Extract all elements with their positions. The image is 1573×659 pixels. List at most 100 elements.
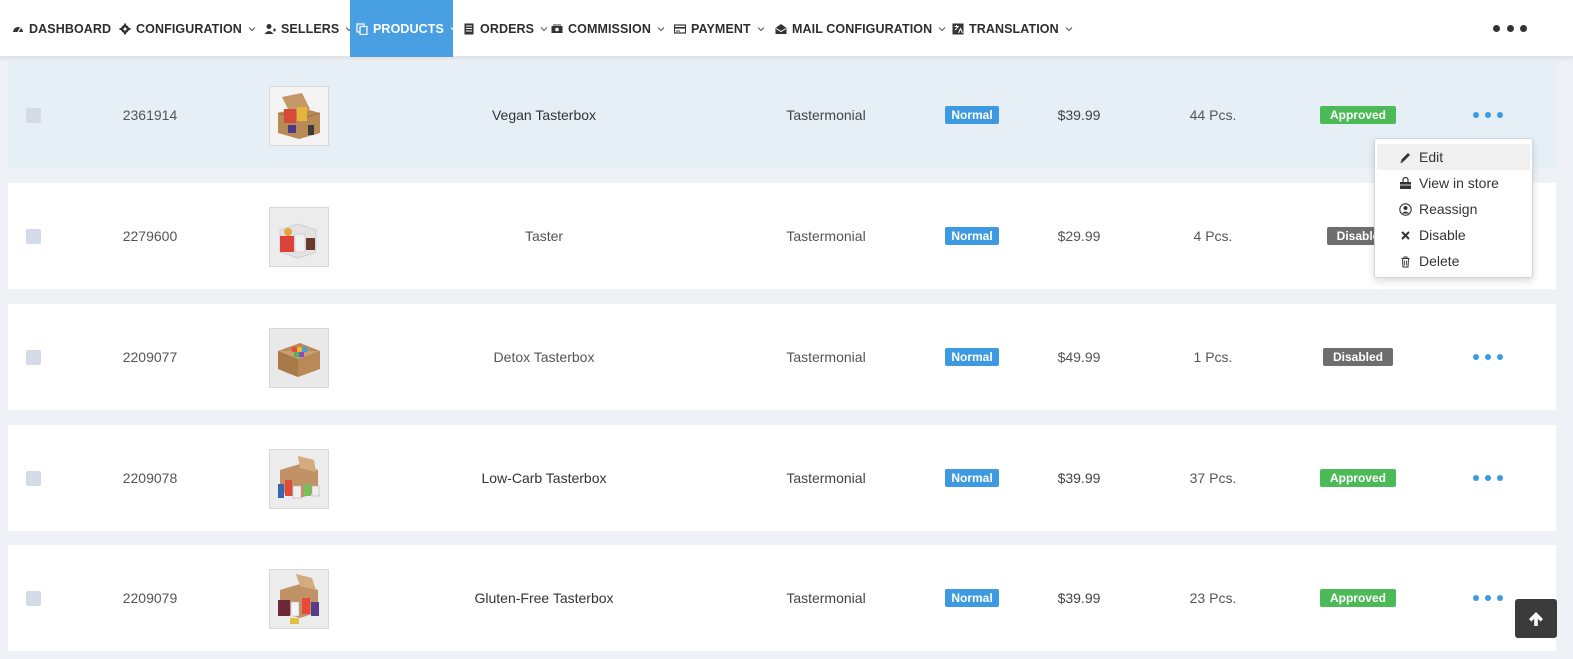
seller-name: Tastermonial: [786, 349, 866, 365]
nav-mail-configuration[interactable]: MAIL CONFIGURATION: [775, 0, 946, 57]
action-dot: [1485, 112, 1491, 118]
product-name: Low-Carb Tasterbox: [481, 470, 607, 486]
type-badge: Normal: [945, 227, 999, 245]
action-dot: [1497, 112, 1503, 118]
close-icon: [1399, 229, 1412, 242]
store-icon: [1399, 176, 1412, 190]
envelope-icon: [775, 23, 787, 35]
type-badge: Normal: [945, 348, 999, 366]
user-circle-icon: [1399, 202, 1412, 216]
product-quantity: 4 Pcs.: [1193, 228, 1233, 244]
nav-more-button[interactable]: [1493, 19, 1527, 37]
row-actions-button[interactable]: [1473, 471, 1503, 485]
menu-item-delete[interactable]: Delete: [1377, 248, 1530, 274]
action-dot: [1473, 354, 1479, 360]
action-dot: [1485, 595, 1491, 601]
type-badge: Normal: [945, 106, 999, 124]
nav-translation[interactable]: TRANSLATION: [952, 0, 1073, 57]
menu-item-reassign[interactable]: Reassign: [1377, 196, 1530, 222]
nav-orders-label: ORDERS: [480, 21, 535, 36]
row-actions-menu: Edit View in store Reassign Disable Dele…: [1374, 138, 1533, 278]
action-dot: [1497, 595, 1503, 601]
product-quantity: 37 Pcs.: [1189, 470, 1237, 486]
status-badge: Approved: [1319, 106, 1396, 124]
nav-products-label: PRODUCTS: [373, 21, 444, 36]
type-badge: Normal: [945, 469, 999, 487]
status-badge: Disabled: [1322, 348, 1393, 366]
product-id: 2209077: [122, 349, 178, 365]
action-dot: [1485, 354, 1491, 360]
nav-translation-label: TRANSLATION: [969, 21, 1059, 36]
menu-item-edit[interactable]: Edit: [1377, 144, 1530, 170]
chevron-down-icon: [938, 25, 946, 33]
seller-name: Tastermonial: [786, 470, 866, 486]
chevron-down-icon: [657, 25, 665, 33]
product-name: Vegan Tasterbox: [491, 107, 597, 123]
trash-icon: [1399, 255, 1412, 268]
menu-item-label: Delete: [1419, 253, 1460, 269]
product-id: 2209079: [122, 590, 178, 606]
row-actions-button[interactable]: [1473, 108, 1503, 122]
menu-item-disable[interactable]: Disable: [1377, 222, 1530, 248]
product-status: Disabled: [1298, 304, 1418, 410]
product-image: [269, 569, 329, 629]
nav-orders[interactable]: ORDERS: [463, 0, 548, 57]
row-checkbox[interactable]: [26, 471, 41, 486]
product-type: Normal: [932, 62, 1012, 168]
table-row: 2209077 Detox Tasterbox Tastermonial Nor…: [8, 304, 1556, 410]
nav-commission[interactable]: COMMISSION: [551, 0, 665, 57]
users-icon: [264, 23, 276, 35]
product-image: [269, 328, 329, 388]
chevron-down-icon: [540, 25, 548, 33]
table-row: 2279600 Taster Tastermonial Normal $29.9…: [8, 183, 1556, 289]
product-name: Taster: [524, 228, 564, 244]
table-row: 2209079 Gluten-Free Tasterbox Tastermoni…: [8, 545, 1556, 651]
table-row: 2209078 Low-Carb Tasterbox Tastermonial …: [8, 425, 1556, 531]
nav-payment[interactable]: PAYMENT: [674, 0, 765, 57]
scroll-to-top-button[interactable]: [1515, 599, 1557, 638]
product-quantity: 23 Pcs.: [1189, 590, 1237, 606]
more-dot: [1506, 24, 1514, 32]
nav-configuration-label: CONFIGURATION: [136, 21, 242, 36]
product-type: Normal: [932, 304, 1012, 410]
row-checkbox[interactable]: [26, 108, 41, 123]
nav-sellers[interactable]: SELLERS: [264, 0, 353, 57]
action-dot: [1473, 595, 1479, 601]
row-actions-button[interactable]: [1473, 350, 1503, 364]
status-badge: Approved: [1319, 469, 1396, 487]
product-price: $39.99: [1057, 590, 1101, 606]
row-actions-button[interactable]: [1473, 591, 1503, 605]
nav-payment-label: PAYMENT: [691, 21, 751, 36]
gear-icon: [119, 23, 131, 35]
product-name: Detox Tasterbox: [493, 349, 595, 365]
product-price: $49.99: [1057, 349, 1101, 365]
nav-products[interactable]: PRODUCTS: [350, 0, 458, 57]
arrow-up-icon: [1527, 610, 1545, 628]
product-quantity: 44 Pcs.: [1189, 107, 1237, 123]
product-price: $29.99: [1057, 228, 1101, 244]
product-type: Normal: [932, 545, 1012, 651]
credit-card-icon: [674, 23, 686, 35]
product-quantity: 1 Pcs.: [1193, 349, 1233, 365]
row-checkbox[interactable]: [26, 229, 41, 244]
row-checkbox[interactable]: [26, 591, 41, 606]
seller-name: Tastermonial: [786, 228, 866, 244]
status-badge: Approved: [1319, 589, 1396, 607]
row-checkbox[interactable]: [26, 350, 41, 365]
product-image: [269, 207, 329, 267]
language-icon: [952, 23, 964, 35]
action-dot: [1485, 475, 1491, 481]
menu-item-view-in-store[interactable]: View in store: [1377, 170, 1530, 196]
copy-icon: [356, 22, 368, 35]
action-dot: [1473, 112, 1479, 118]
nav-configuration[interactable]: CONFIGURATION: [119, 0, 256, 57]
chevron-down-icon: [757, 25, 765, 33]
money-icon: [551, 23, 563, 35]
chevron-down-icon: [248, 25, 256, 33]
pencil-icon: [1399, 151, 1412, 164]
product-type: Normal: [932, 183, 1012, 289]
nav-dashboard[interactable]: DASHBOARD: [12, 0, 111, 57]
product-type: Normal: [932, 425, 1012, 531]
menu-item-label: Edit: [1419, 149, 1444, 165]
product-id: 2361914: [122, 107, 178, 123]
